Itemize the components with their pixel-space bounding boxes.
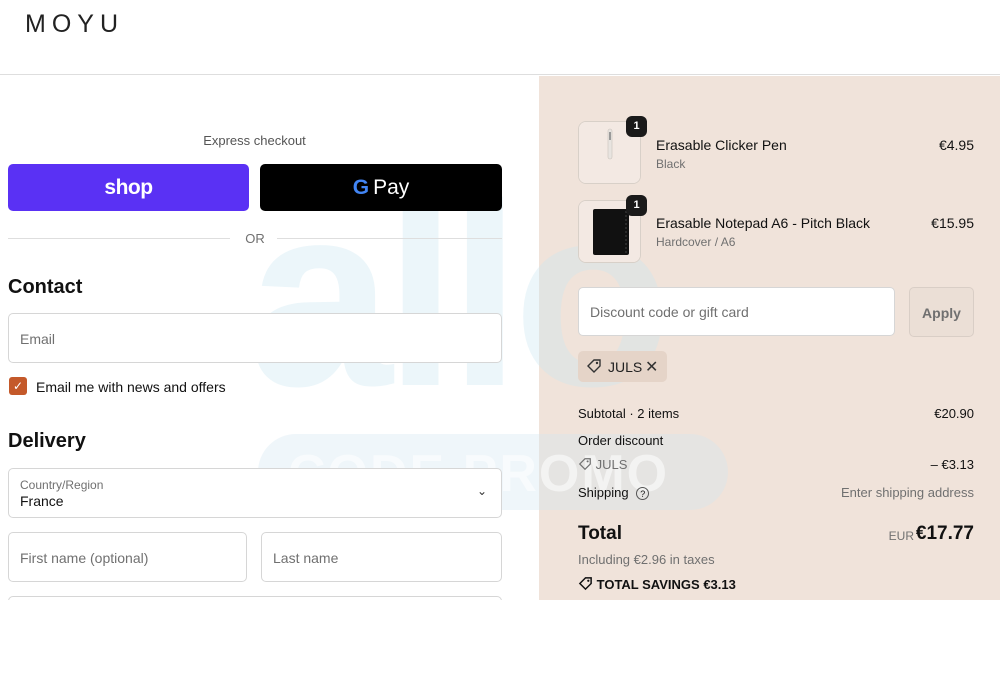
item-price: €15.95 (931, 215, 974, 231)
newsletter-checkbox[interactable]: ✓ (9, 377, 27, 395)
apply-discount-button[interactable]: Apply (909, 287, 974, 337)
checkout-viewport: allo CODE PROMO Express checkout shop G … (0, 76, 1000, 600)
shipping-row: Shipping ? (578, 485, 650, 500)
applied-code: JULS (608, 359, 643, 375)
newsletter-label[interactable]: Email me with news and offers (36, 379, 226, 395)
item-price: €4.95 (938, 137, 974, 153)
country-select[interactable]: Country/Region France ⌄ (8, 468, 502, 518)
help-icon[interactable]: ? (636, 487, 650, 500)
item-name: Erasable Clicker Pen (656, 137, 787, 153)
shop-pay-label: shop (104, 175, 153, 199)
discount-code-input[interactable]: Discount code or gift card (578, 287, 895, 336)
last-name-field[interactable]: Last name (261, 532, 502, 582)
google-g-icon: G (352, 175, 370, 199)
quantity-badge: 1 (626, 195, 647, 216)
last-name-placeholder: Last name (273, 550, 339, 566)
divider-left (8, 238, 230, 239)
subtotal-label: Subtotal · 2 items (578, 406, 680, 421)
header: MOYU (0, 0, 1000, 75)
remove-code-close-icon[interactable]: ✕ (645, 357, 658, 377)
google-pay-button[interactable]: G Pay (260, 164, 502, 211)
country-label: Country/Region (20, 478, 104, 492)
savings-label: TOTAL SAVINGS (596, 577, 700, 592)
taxes-note: Including €2.96 in taxes (578, 552, 715, 567)
tag-icon (586, 358, 602, 377)
divider-right (277, 238, 502, 239)
item-variant: Hardcover / A6 (656, 235, 736, 249)
chevron-down-icon: ⌄ (476, 484, 487, 498)
item-variant: Black (656, 157, 686, 171)
email-placeholder: Email (20, 331, 56, 347)
quantity-badge: 1 (626, 116, 647, 137)
discount-value: – €3.13 (930, 457, 974, 472)
country-value: France (20, 493, 64, 509)
express-checkout-title: Express checkout (203, 133, 306, 148)
delivery-title: Delivery (8, 430, 86, 452)
tag-icon (578, 458, 591, 471)
tag-icon (578, 577, 592, 591)
shop-pay-button[interactable]: shop (8, 164, 249, 211)
total-savings: TOTAL SAVINGS €3.13 (578, 576, 736, 592)
google-pay-label: Pay (373, 175, 410, 199)
discount-placeholder: Discount code or gift card (590, 304, 749, 320)
subtotal-value: €20.90 (934, 406, 974, 421)
applied-discount-tag: JULS ✕ (578, 351, 667, 382)
store-logo[interactable]: MOYU (25, 10, 124, 39)
first-name-field[interactable]: First name (optional) (8, 532, 247, 582)
savings-value: €3.13 (703, 577, 736, 592)
currency-code: EUR (888, 529, 914, 543)
first-name-placeholder: First name (optional) (20, 550, 149, 566)
email-field[interactable]: Email (8, 313, 502, 363)
or-separator: OR (245, 231, 265, 246)
order-discount-label: Order discount (578, 433, 664, 448)
total-label: Total (578, 523, 622, 544)
discount-code-text: JULS (595, 457, 628, 472)
shipping-value: Enter shipping address (841, 485, 974, 500)
discount-code-row: JULS (578, 457, 627, 472)
shipping-label: Shipping (578, 485, 629, 500)
total-value: €17.77 (915, 523, 974, 544)
address-field[interactable] (8, 596, 502, 600)
contact-title: Contact (8, 276, 83, 298)
item-name: Erasable Notepad A6 - Pitch Black (656, 215, 871, 231)
